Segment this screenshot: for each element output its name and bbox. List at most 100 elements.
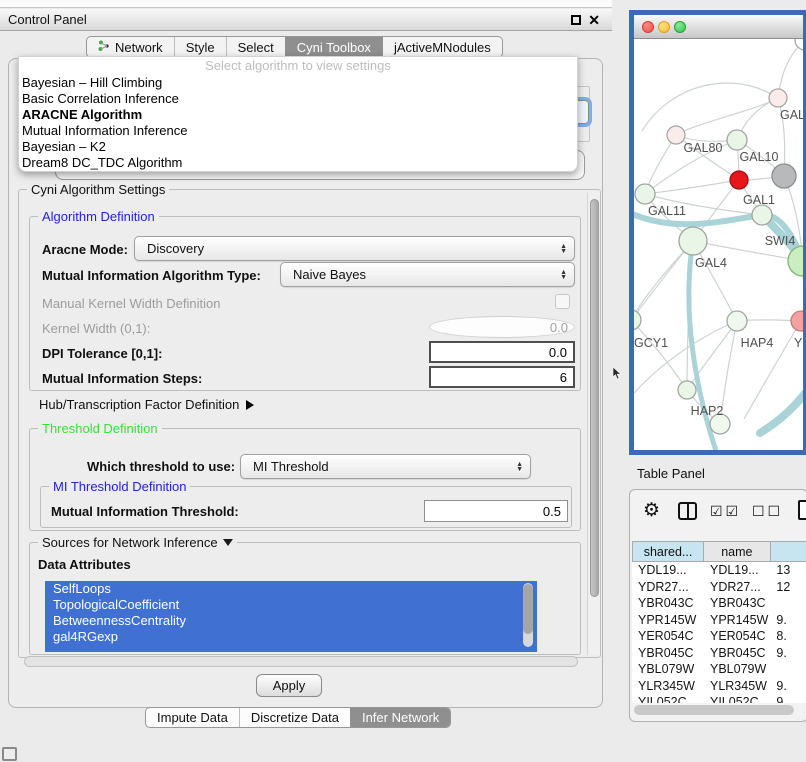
table-cell: YBR045C xyxy=(632,645,704,662)
deselect-all-checkboxes-icon[interactable]: ☐☐ xyxy=(752,503,783,520)
algorithm-option[interactable]: Bayesian – Hill Climbing xyxy=(19,75,577,91)
mi-steps-field[interactable]: 6 xyxy=(429,366,575,388)
tab-infer-network[interactable]: Infer Network xyxy=(350,708,450,727)
table-row[interactable]: YDR27...YDR27...12 xyxy=(632,579,806,596)
table-row[interactable]: YER054CYER054C8. xyxy=(632,628,806,645)
combo-arrows-icon: ▲▼ xyxy=(560,270,567,280)
top-strip xyxy=(0,0,612,8)
expander-collapsed-icon xyxy=(246,400,254,410)
network-node-GAL80[interactable] xyxy=(667,126,685,144)
tab-impute-data[interactable]: Impute Data xyxy=(146,708,239,727)
network-edge xyxy=(634,320,687,390)
tab-select[interactable]: Select xyxy=(226,37,285,57)
network-node-GAL11[interactable] xyxy=(635,184,655,204)
network-node-GAL4[interactable] xyxy=(679,227,707,255)
settings-scrollbar-thumb[interactable] xyxy=(590,199,599,597)
control-panel-header: Control Panel ✕ xyxy=(0,9,612,31)
tab-cyni-toolbox[interactable]: Cyni Toolbox xyxy=(285,37,382,57)
tab-jactivemnodules[interactable]: jActiveMNodules xyxy=(382,37,502,57)
network-node-salmon-node[interactable] xyxy=(791,311,803,331)
network-node-gray-node[interactable] xyxy=(772,164,796,188)
hub-factor-label: Hub/Transcription Factor Definition xyxy=(39,397,239,412)
table-row[interactable]: YDL19...YDL19...13 xyxy=(632,562,806,579)
attributes-scrollbar-thumb[interactable] xyxy=(523,584,533,634)
float-window-icon[interactable] xyxy=(571,15,581,25)
combo-arrows-icon: ▲▼ xyxy=(560,244,567,254)
algorithm-option[interactable]: Bayesian – K2 xyxy=(19,139,577,155)
network-window-titlebar[interactable] xyxy=(634,15,803,39)
mi-threshold-group: MI Threshold Definition Mutual Informati… xyxy=(40,486,572,528)
algorithm-option[interactable]: Dream8 DC_TDC Algorithm xyxy=(19,155,577,171)
mi-type-value: Naive Bayes xyxy=(293,267,366,282)
dpi-tolerance-field[interactable]: 0.0 xyxy=(429,341,575,363)
network-node-GAL1[interactable] xyxy=(730,171,748,189)
network-node-GCY1[interactable] xyxy=(634,310,641,330)
tab-discretize-data[interactable]: Discretize Data xyxy=(239,708,350,727)
split-columns-icon[interactable] xyxy=(678,502,697,520)
close-traffic-light[interactable] xyxy=(642,21,654,33)
hub-factor-expander[interactable]: Hub/Transcription Factor Definition xyxy=(39,397,254,412)
tab-label: jActiveMNodules xyxy=(394,40,491,55)
column-header[interactable]: shared... xyxy=(632,541,704,562)
apply-button[interactable]: Apply xyxy=(256,674,322,697)
tab-style[interactable]: Style xyxy=(174,37,226,57)
table-cell: YBL079W xyxy=(632,661,704,678)
table-header-row: shared...name xyxy=(632,541,806,562)
sources-group-title: Sources for Network Inference xyxy=(38,535,237,550)
network-node-HAP2[interactable] xyxy=(678,381,696,399)
panel-title: Control Panel xyxy=(8,12,87,27)
close-icon[interactable]: ✕ xyxy=(588,15,600,25)
algorithm-option[interactable]: Basic Correlation Inference xyxy=(19,91,577,107)
dpi-tolerance-label: DPI Tolerance [0,1]: xyxy=(42,346,162,361)
attribute-item[interactable]: SelfLoops xyxy=(45,581,537,597)
tab-network[interactable]: Network xyxy=(87,37,174,57)
attribute-item[interactable]: BetweennessCentrality xyxy=(45,613,537,629)
minimize-traffic-light[interactable] xyxy=(658,21,670,33)
network-canvas[interactable]: GALGAL80GAL10GAL1SWI4GAL11GAL4GCY1HAP4YH… xyxy=(634,39,803,450)
table-panel: ⚙ ☑☑ ☐☐ shared...name YDL19...YDL19...13… xyxy=(629,489,806,722)
panel-grip-icon[interactable] xyxy=(2,747,17,761)
algorithm-select-dropdown[interactable]: Select algorithm to view settings Bayesi… xyxy=(18,56,578,172)
table-row[interactable]: YIL052CYIL052C9 xyxy=(632,694,806,703)
table-row[interactable]: YLR345WYLR345W9. xyxy=(632,678,806,695)
which-threshold-combo[interactable]: MI Threshold ▲▼ xyxy=(240,454,531,479)
table-row[interactable]: YBR045CYBR045C9. xyxy=(632,645,806,662)
table-cell: 9 xyxy=(770,694,806,703)
settings-hscrollbar-thumb[interactable] xyxy=(24,656,578,667)
network-node-HAP4[interactable] xyxy=(727,311,747,331)
table-cell: YBR043C xyxy=(632,595,704,612)
column-header[interactable] xyxy=(771,541,806,562)
column-header[interactable]: name xyxy=(704,541,770,562)
gear-icon[interactable]: ⚙ xyxy=(643,499,660,522)
network-edge xyxy=(676,98,778,135)
kernel-width-value: 0.0 xyxy=(550,320,568,335)
mi-algorithm-type-combo[interactable]: Naive Bayes ▲▼ xyxy=(280,262,575,287)
table-cell: YBR043C xyxy=(704,595,770,612)
table-cell: YBR045C xyxy=(704,645,770,662)
manual-kernel-label: Manual Kernel Width Definition xyxy=(42,296,220,311)
table-row[interactable]: YBL079WYBL079W xyxy=(632,661,806,678)
mi-threshold-field[interactable]: 0.5 xyxy=(424,500,568,522)
network-node-SWI4[interactable] xyxy=(752,205,772,225)
table-row[interactable]: YBR043CYBR043C xyxy=(632,595,806,612)
manual-kernel-checkbox[interactable] xyxy=(555,294,570,309)
kernel-width-field[interactable]: 0.0 xyxy=(429,316,575,338)
algorithm-option[interactable]: Mutual Information Inference xyxy=(19,123,577,139)
attribute-item[interactable]: gal4RGexp xyxy=(45,629,537,645)
settings-group-title: Cyni Algorithm Settings xyxy=(27,182,169,197)
node-label: GAL80 xyxy=(684,141,723,155)
algorithm-option[interactable]: ARACNE Algorithm xyxy=(19,107,577,123)
table-hscrollbar-track xyxy=(633,704,803,716)
aracne-mode-combo[interactable]: Discovery ▲▼ xyxy=(134,236,575,261)
network-node-GAL10[interactable] xyxy=(727,130,747,150)
page-icon[interactable] xyxy=(798,500,806,520)
table-cell xyxy=(770,661,806,678)
attribute-item[interactable]: TopologicalCoefficient xyxy=(45,597,537,613)
table-cell: YBL079W xyxy=(704,661,770,678)
table-row[interactable]: YPR145WYPR145W9. xyxy=(632,612,806,629)
select-all-checkboxes-icon[interactable]: ☑☑ xyxy=(710,503,741,520)
zoom-traffic-light[interactable] xyxy=(674,21,686,33)
table-cell: YDL19... xyxy=(704,562,770,579)
network-node-gal-partial[interactable] xyxy=(769,89,787,107)
table-hscrollbar-thumb[interactable] xyxy=(634,705,794,715)
